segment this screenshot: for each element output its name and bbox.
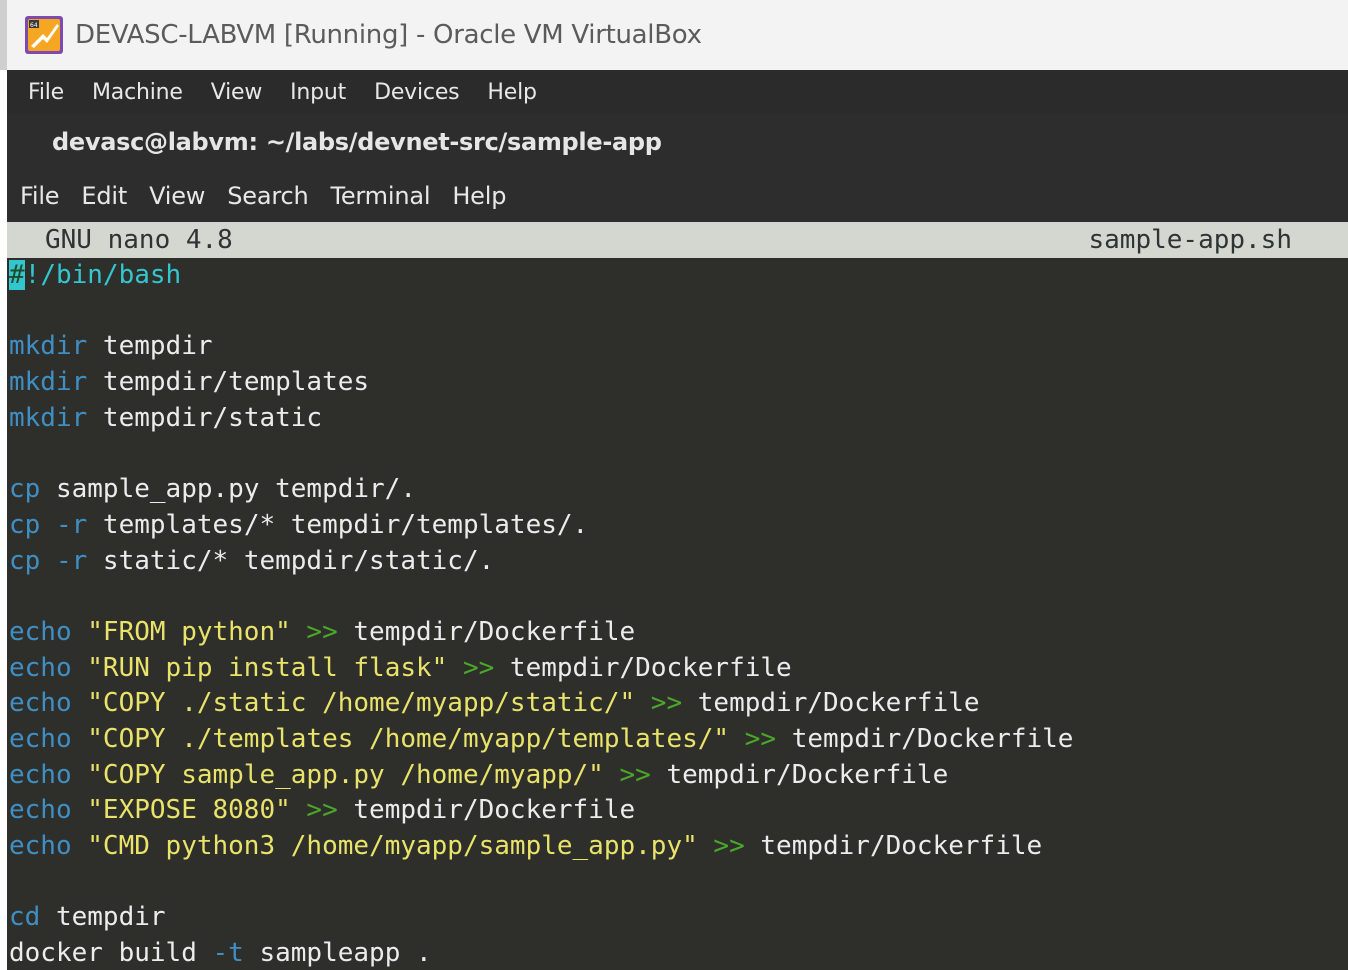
- code-command: echo: [9, 652, 72, 683]
- virtualbox-window: 64 DEVASC-LABVM [Running] - Oracle VM Vi…: [0, 0, 1348, 970]
- code-line-7: cp sample_app.py tempdir/.: [9, 472, 1347, 508]
- code-line-4: mkdir tempdir/templates: [9, 365, 1347, 401]
- menu-view[interactable]: View: [211, 80, 263, 105]
- code-redirect: >>: [603, 759, 651, 790]
- nano-header-bar: GNU nano 4.8 sample-app.sh: [7, 222, 1348, 258]
- code-line-5: mkdir tempdir/static: [9, 401, 1347, 437]
- nano-version: GNU nano 4.8: [45, 225, 233, 255]
- code-redirect: >>: [729, 723, 777, 754]
- nano-editor[interactable]: GNU nano 4.8 sample-app.sh #!/bin/bash m…: [7, 222, 1348, 970]
- code-string: "COPY ./templates /home/myapp/templates/…: [71, 723, 730, 754]
- code-command: echo: [9, 759, 72, 790]
- code-argument: tempdir/Dockerfile: [776, 723, 1074, 754]
- text-cursor: #: [9, 260, 25, 290]
- code-command: mkdir: [9, 402, 88, 433]
- code-command: mkdir: [9, 331, 88, 362]
- code-line-17: echo "CMD python3 /home/myapp/sample_app…: [9, 829, 1347, 865]
- terminal-menu-terminal[interactable]: Terminal: [330, 182, 430, 210]
- virtualbox-menu-bar: File Machine View Input Devices Help: [7, 70, 1348, 114]
- terminal-menu-help[interactable]: Help: [452, 182, 506, 210]
- window-title-bar[interactable]: 64 DEVASC-LABVM [Running] - Oracle VM Vi…: [0, 0, 1348, 70]
- code-buffer[interactable]: #!/bin/bash mkdir tempdir mkdir tempdir/…: [9, 258, 1347, 970]
- menu-input[interactable]: Input: [290, 80, 346, 105]
- code-command: echo: [9, 616, 72, 647]
- code-line-14: echo "COPY ./templates /home/myapp/templ…: [9, 722, 1347, 758]
- code-line-19: cd tempdir: [9, 900, 1347, 936]
- virtualbox-logo-icon: 64: [25, 16, 63, 54]
- code-string: "RUN pip install flask": [71, 652, 448, 683]
- menu-help[interactable]: Help: [487, 80, 537, 105]
- code-line-8: cp -r templates/* tempdir/templates/.: [9, 508, 1347, 544]
- nano-filename: sample-app.sh: [1088, 225, 1293, 255]
- code-argument: tempdir/Dockerfile: [337, 795, 636, 826]
- code-command: cp: [9, 474, 41, 505]
- code-string: "EXPOSE 8080": [71, 795, 291, 826]
- code-command: cp: [9, 545, 41, 576]
- code-redirect: >>: [290, 795, 338, 826]
- menu-file[interactable]: File: [28, 80, 64, 105]
- code-string: "CMD python3 /home/myapp/sample_app.py": [71, 831, 698, 861]
- terminal-menu-bar: File Edit View Search Terminal Help: [7, 169, 1348, 222]
- shebang-bang: !: [24, 260, 41, 290]
- terminal-menu-view[interactable]: View: [149, 182, 205, 210]
- code-redirect: >>: [290, 616, 338, 647]
- code-redirect: >>: [447, 652, 495, 683]
- code-command: mkdir: [9, 367, 88, 398]
- code-command: echo: [9, 831, 72, 861]
- code-command: cd: [9, 902, 41, 933]
- code-line-20: docker build -t sampleapp .: [9, 936, 1347, 970]
- code-argument: tempdir: [40, 902, 166, 933]
- terminal-title-bar[interactable]: devasc@labvm: ~/labs/devnet-src/sample-a…: [7, 114, 1348, 169]
- code-argument: templates/* tempdir/templates/.: [87, 509, 589, 540]
- shebang-path: /bin/bash: [40, 260, 182, 290]
- code-command: cp: [9, 509, 41, 540]
- code-command: echo: [9, 723, 72, 754]
- code-line-1: #!/bin/bash: [9, 258, 1347, 294]
- code-line-9: cp -r static/* tempdir/static/.: [9, 544, 1347, 580]
- code-argument: tempdir/Dockerfile: [650, 759, 949, 790]
- code-line-11: echo "FROM python" >> tempdir/Dockerfile: [9, 615, 1347, 651]
- code-argument: tempdir/Dockerfile: [744, 831, 1043, 861]
- terminal-menu-search[interactable]: Search: [227, 182, 308, 210]
- code-flag: -t: [196, 938, 244, 969]
- code-string: "COPY ./static /home/myapp/static/": [71, 688, 636, 719]
- code-command: echo: [9, 688, 72, 719]
- terminal-menu-file[interactable]: File: [20, 182, 60, 210]
- code-argument: sample_app.py tempdir/.: [40, 474, 416, 505]
- code-command: docker: [9, 938, 103, 969]
- guest-screen[interactable]: devasc@labvm: ~/labs/devnet-src/sample-a…: [7, 114, 1348, 970]
- code-argument: tempdir/Dockerfile: [682, 688, 980, 719]
- code-string: "COPY sample_app.py /home/myapp/": [71, 759, 604, 790]
- menu-devices[interactable]: Devices: [374, 80, 460, 105]
- code-line-12: echo "RUN pip install flask" >> tempdir/…: [9, 651, 1347, 687]
- window-title: DEVASC-LABVM [Running] - Oracle VM Virtu…: [75, 20, 702, 50]
- code-redirect: >>: [635, 688, 683, 719]
- code-flag: -r: [40, 509, 88, 540]
- code-argument: build: [102, 938, 197, 969]
- code-command: echo: [9, 795, 72, 826]
- code-flag: -r: [40, 545, 88, 576]
- code-argument: tempdir/templates: [87, 367, 370, 398]
- svg-text:64: 64: [30, 22, 38, 29]
- code-argument: tempdir/Dockerfile: [337, 616, 636, 647]
- terminal-menu-edit[interactable]: Edit: [81, 182, 127, 210]
- code-argument: sampleapp .: [243, 938, 432, 969]
- code-argument: tempdir/static: [87, 402, 323, 433]
- code-string: "FROM python": [71, 616, 291, 647]
- terminal-title: devasc@labvm: ~/labs/devnet-src/sample-a…: [52, 127, 662, 156]
- code-argument: static/* tempdir/static/.: [87, 545, 495, 576]
- menu-machine[interactable]: Machine: [92, 80, 183, 105]
- code-line-16: echo "EXPOSE 8080" >> tempdir/Dockerfile: [9, 793, 1347, 829]
- code-argument: tempdir/Dockerfile: [494, 652, 792, 683]
- code-argument: tempdir: [87, 331, 213, 362]
- code-line-3: mkdir tempdir: [9, 329, 1347, 365]
- code-redirect: >>: [697, 831, 745, 861]
- code-line-13: echo "COPY ./static /home/myapp/static/"…: [9, 686, 1347, 722]
- code-line-15: echo "COPY sample_app.py /home/myapp/" >…: [9, 758, 1347, 794]
